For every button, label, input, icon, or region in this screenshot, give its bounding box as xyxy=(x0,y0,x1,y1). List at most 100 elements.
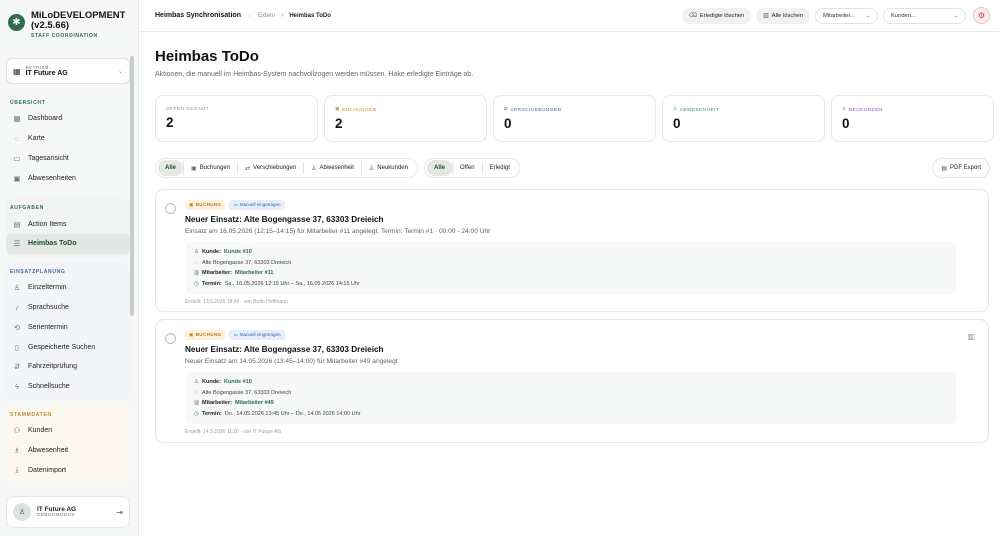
breadcrumb-parent[interactable]: Extern xyxy=(258,13,275,19)
delete-icon[interactable]: ▥ xyxy=(967,332,975,341)
betrieb-selector[interactable]: ▦ BETRIEB IT Future AG ⌄ xyxy=(6,58,130,84)
sidebar-item-einzeltermin[interactable]: ♙ Einzeltermin xyxy=(6,278,130,298)
sidebar-item-schnellsuche[interactable]: ϟ Schnellsuche xyxy=(6,377,130,397)
filter-label: Neukunden xyxy=(377,165,408,171)
stat-card-buchungen: ▣ BUCHUNGEN 2 xyxy=(324,95,487,142)
sidebar-item-heimbas-todo[interactable]: ☰ Heimbas ToDo xyxy=(6,233,130,254)
sidebar-item-action-items[interactable]: ▤ Action Items xyxy=(6,214,130,234)
list-check-icon: ☰ xyxy=(13,239,21,249)
user-name: IT Future AG xyxy=(37,506,77,513)
customer-link[interactable]: Kunde #10 xyxy=(224,379,252,385)
user-x-icon: ♗ xyxy=(13,445,21,455)
filter-label: Buchungen xyxy=(199,165,231,171)
stat-label: OFFEN GESAMT xyxy=(166,106,209,111)
sidebar-item-label: Serientermin xyxy=(28,323,68,331)
sidebar-item-label: Dashboard xyxy=(28,115,63,123)
calendar-icon: ▣ xyxy=(189,331,194,337)
sidebar-item-dashboard[interactable]: ▦ Dashboard xyxy=(6,109,130,129)
detail-mitarbeiter: ▥ Mitarbeiter: Mitarbeiter #11 xyxy=(194,268,948,279)
user-icon: ♙ xyxy=(194,379,199,386)
filter-type-alle[interactable]: Alle xyxy=(158,160,184,176)
filter-type-buchungen[interactable]: ▣ Buchungen xyxy=(184,160,237,176)
stat-value: 0 xyxy=(504,116,512,131)
clock-icon: ◷ xyxy=(194,410,199,417)
file-icon: ▤ xyxy=(941,165,947,172)
sidebar-item-sprachsuche[interactable]: ♪ Sprachsuche xyxy=(6,298,130,318)
delete-all-button[interactable]: ▥ Alle löschen xyxy=(756,7,810,24)
clock-icon: ◷ xyxy=(194,280,199,287)
section-title: EINSATZPLANUNG xyxy=(10,268,66,275)
user-x-icon: ♙ xyxy=(311,165,317,172)
trash-icon: ▥ xyxy=(763,12,769,19)
user-plus-icon: ♙ xyxy=(13,283,21,293)
settings-gear-icon[interactable]: ⚙ xyxy=(973,7,990,24)
staff-link[interactable]: Mitarbeiter #11 xyxy=(235,270,274,276)
avatar: ♙ xyxy=(13,503,31,521)
staff-select[interactable]: Mitarbeiter... ⌄ xyxy=(815,7,878,24)
customer-select[interactable]: Kunden... ⌄ xyxy=(883,7,966,24)
stat-label-row: ♙ ABWESENHEIT xyxy=(673,106,814,112)
sidebar-item-label: Karte xyxy=(28,135,45,143)
filter-type-neukunden[interactable]: ♙ Neukunden xyxy=(362,160,415,176)
sidebar-item-karte[interactable]: ◌ Karte xyxy=(6,129,130,149)
manual-badge-label: Manuell eingetragen xyxy=(239,332,281,337)
todo-card-body: ▣ BUCHUNG ▭ Manuell eingetragen Neuer Eins… xyxy=(185,199,958,305)
filter-status-alle[interactable]: Alle xyxy=(426,160,452,176)
type-filter-group: Alle ▣ Buchungen ⇄ Verschiebungen ♙ Abwesen… xyxy=(155,158,418,178)
stat-label-row: ⇄ VERSCHIEBUNGEN xyxy=(504,106,645,112)
map-pin-icon: ◌ xyxy=(194,389,198,396)
todo-details: ♙ Kunde: Kunde #10 ◌ Alte Bogengasse 37, 63… xyxy=(186,372,956,424)
stats-row: OFFEN GESAMT 2 ▣ BUCHUNGEN 2 ⇄ VERSCHIEBUN… xyxy=(155,95,1000,142)
sidebar-item-fahrzeitpruefung[interactable]: ⇵ Fahrzeitprüfung xyxy=(6,357,130,377)
sidebar-item-label: Gespeicherte Suchen xyxy=(28,343,96,351)
staff-link[interactable]: Mitarbeiter #49 xyxy=(235,400,274,406)
manual-badge: ▭ Manuell eingetragen xyxy=(229,329,285,340)
manual-badge-label: Manuell eingetragen xyxy=(239,202,281,207)
topbar: Heimbas Synchronisation Extern › Heimbas… xyxy=(139,0,1000,32)
arrows-icon: ⇄ xyxy=(245,165,251,172)
stat-label: BUCHUNGEN xyxy=(341,106,377,112)
customer-link[interactable]: Kunde #10 xyxy=(224,249,252,255)
arrows-icon: ⇄ xyxy=(504,106,509,111)
customer-select-value: Kunden... xyxy=(891,12,916,19)
manual-badge: ▭ Manuell eingetragen xyxy=(229,199,285,210)
chevron-right-icon: › xyxy=(281,12,284,19)
sidebar-item-label: Kunden xyxy=(28,426,53,434)
done-checkbox[interactable] xyxy=(165,203,176,214)
sidebar-item-label: Abwesenheit xyxy=(28,446,69,454)
detail-mitarbeiter: ▥ Mitarbeiter: Mitarbeiter #49 xyxy=(194,398,948,409)
sidebar-item-abwesenheit[interactable]: ♗ Abwesenheit xyxy=(6,440,130,460)
filter-type-verschiebungen[interactable]: ⇄ Verschiebungen xyxy=(238,160,303,176)
chevron-down-icon: ⌄ xyxy=(865,12,870,19)
section-title: ÜBERSICHT xyxy=(10,100,46,106)
filter-bar: Alle ▣ Buchungen ⇄ Verschiebungen ♙ Abwesen… xyxy=(155,158,520,178)
stat-card-abwesenheit: ♙ ABWESENHEIT 0 xyxy=(662,95,825,142)
address-text: Alte Bogengasse 37, 63303 Dreieich xyxy=(202,389,292,396)
sidebar-item-kunden[interactable]: ⚇ Kunden xyxy=(6,421,130,441)
calendar-icon: ▣ xyxy=(335,106,340,111)
pdf-export-button[interactable]: ▤ PDF Export xyxy=(932,158,990,178)
sidebar-scrollbar[interactable] xyxy=(130,56,134,316)
sidebar-item-abwesenheiten[interactable]: ▣ Abwesenheiten xyxy=(6,168,130,188)
done-checkbox[interactable] xyxy=(165,333,176,344)
logout-icon[interactable]: ⇥ xyxy=(116,508,123,517)
user-x-icon: ♙ xyxy=(673,106,678,111)
termin-text: Sa., 16.05.2026 12:15 Uhr – Sa., 16.05.2… xyxy=(224,280,360,287)
filter-status-erledigt[interactable]: Erledigt xyxy=(483,160,517,176)
sidebar-item-serientermin[interactable]: ⟲ Serientermin xyxy=(6,317,130,337)
topbar-actions: ⌫ Erledigte löschen ▥ Alle löschen Mitarbe… xyxy=(677,7,990,24)
brand: ✱ MiLoDEVELOPMENT (v2.5.66) STAFF COORDI… xyxy=(0,0,138,46)
stat-value: 0 xyxy=(842,116,850,131)
detail-key: Mitarbeiter: xyxy=(202,270,232,277)
filter-status-offen[interactable]: Offen xyxy=(453,160,482,176)
sidebar-item-datenimport[interactable]: ⤓ Datenimport xyxy=(6,460,130,480)
sidebar-item-tagesansicht[interactable]: ▭ Tagesansicht xyxy=(6,149,130,169)
zap-icon: ϟ xyxy=(15,382,19,392)
users-icon: ⚇ xyxy=(13,425,21,435)
delete-done-button[interactable]: ⌫ Erledigte löschen xyxy=(681,7,752,24)
map-pin-icon: ◌ xyxy=(14,134,20,144)
sidebar-item-gespeicherte-suchen[interactable]: ▯ Gespeicherte Suchen xyxy=(6,337,130,357)
app-logo-icon: ✱ xyxy=(8,14,25,31)
filter-type-abwesenheit[interactable]: ♙ Abwesenheit xyxy=(304,160,361,176)
topbar-title: Heimbas Synchronisation xyxy=(155,12,241,19)
